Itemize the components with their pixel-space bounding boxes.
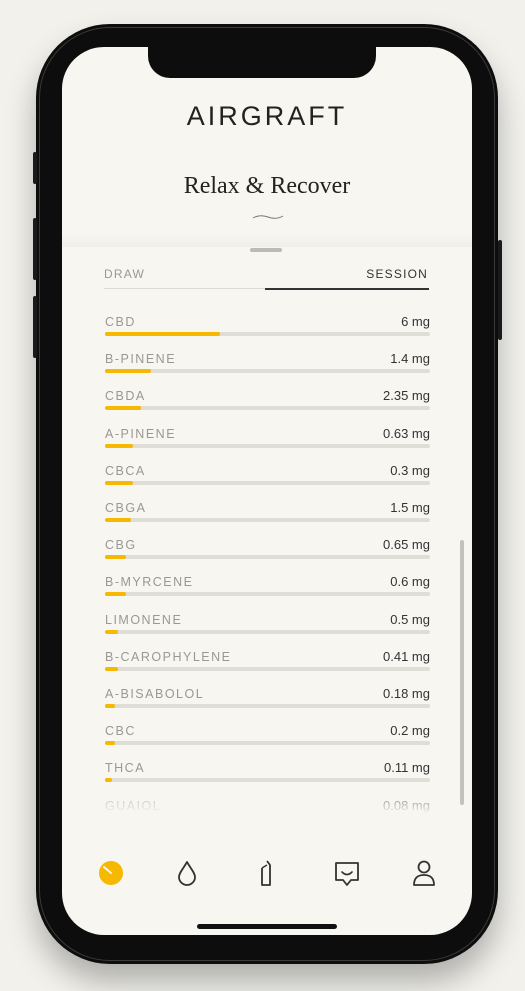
compound-row: B-CAROPHYLENE 0.41 mg — [105, 642, 430, 679]
compound-bar-fill — [105, 443, 133, 448]
tab-underline-inactive — [104, 288, 265, 289]
compound-value: 0.11 mg — [383, 760, 430, 776]
compound-value: 0.63 mg — [383, 425, 430, 441]
compound-row: CBCA 0.3 mg — [105, 456, 430, 493]
nav-pen[interactable] — [250, 857, 282, 889]
compound-value: 0.3 mg — [390, 462, 430, 478]
compound-name: A-PINENE — [105, 426, 177, 441]
compound-row: CBGA 1.5 mg — [105, 493, 430, 530]
compound-bar-track — [105, 480, 430, 485]
page-title: Relax & Recover — [183, 173, 351, 199]
compound-bar-fill — [105, 666, 118, 671]
compound-name: CBCA — [105, 463, 146, 478]
silent-switch — [33, 152, 37, 184]
compound-value: 2.35 mg — [383, 388, 430, 404]
compound-bar-fill — [105, 369, 151, 374]
compound-name: B-PINENE — [105, 352, 177, 367]
compound-row: CBG 0.65 mg — [105, 530, 430, 567]
tab-draw[interactable]: DRAW — [104, 267, 145, 281]
compound-row: A-PINENE 0.63 mg — [105, 419, 430, 456]
compound-row: CBC 0.2 mg — [105, 716, 430, 753]
compound-name: CBD — [105, 315, 136, 329]
compound-bar-fill — [105, 406, 141, 411]
compound-value: 0.5 mg — [390, 611, 430, 627]
list-fade — [62, 782, 472, 814]
volume-down-button — [33, 296, 37, 358]
compound-bar-fill — [105, 629, 118, 634]
nav-profile[interactable] — [408, 857, 440, 889]
compound-bar-track — [105, 443, 430, 448]
compound-bar-fill — [105, 704, 115, 708]
compound-bar-track — [105, 666, 430, 671]
notch — [148, 47, 376, 78]
compound-name: A-BISABOLOL — [105, 687, 205, 701]
compound-value: 1.5 mg — [390, 500, 430, 515]
compound-row: LIMONENE 0.5 mg — [105, 605, 430, 642]
compound-bar-track — [105, 332, 430, 336]
compound-name: LIMONENE — [105, 612, 183, 627]
compound-bar-track — [105, 555, 430, 560]
tab-session[interactable]: SESSION — [366, 267, 428, 281]
compound-bar-fill — [105, 332, 221, 336]
nav-dashboard[interactable] — [95, 857, 127, 889]
sheet-top-edge — [62, 233, 472, 247]
compound-name: CBC — [105, 724, 136, 739]
compound-bar-fill — [105, 741, 115, 746]
compound-bar-track — [105, 629, 430, 634]
compound-row: A-BISABOLOL 0.18 mg — [105, 679, 430, 716]
compound-bar-fill — [105, 555, 127, 560]
compound-row: CBDA 2.35 mg — [105, 381, 430, 418]
compound-value: 0.65 mg — [383, 537, 430, 553]
compound-name: CBG — [105, 538, 137, 553]
nav-drop[interactable] — [171, 857, 203, 889]
compound-bar-track — [105, 741, 430, 746]
compound-value: 1.4 mg — [390, 351, 430, 367]
drop-icon — [178, 861, 196, 886]
squiggle-divider-icon — [252, 215, 284, 219]
compound-name: B-CAROPHYLENE — [105, 649, 232, 664]
scrollbar[interactable] — [460, 540, 464, 805]
compound-bar-fill — [105, 592, 127, 597]
compound-list[interactable]: CBD 6 mg B-PINENE 1.4 mg CBDA 2.35 mg A-PINENE… — [62, 303, 472, 813]
compound-value: 0.41 mg — [383, 648, 430, 664]
compound-value: 0.6 mg — [390, 574, 430, 590]
bottom-nav — [62, 847, 472, 897]
dashboard-icon — [99, 861, 123, 885]
compound-name: THCA — [105, 761, 146, 776]
app-logo: AIRGRAFT — [186, 101, 348, 131]
app-screen: AIRGRAFT Relax & Recover DRAW SESSION CB… — [62, 47, 472, 935]
compound-row: B-PINENE 1.4 mg — [105, 344, 430, 381]
profile-icon — [413, 860, 435, 886]
compound-bar-track — [105, 704, 430, 708]
chat-icon — [335, 862, 359, 886]
compound-name: B-MYRCENE — [105, 575, 194, 590]
nav-chat[interactable] — [331, 857, 363, 889]
compound-bar-track — [105, 592, 430, 597]
compound-value: 6 mg — [401, 314, 430, 329]
compound-name: CBDA — [105, 389, 146, 404]
compound-value: 0.2 mg — [390, 723, 430, 739]
compound-bar-fill — [105, 518, 131, 522]
compound-bar-fill — [105, 480, 133, 485]
compound-row: CBD 6 mg — [105, 307, 430, 344]
compound-bar-track — [105, 369, 430, 374]
sheet-drag-handle[interactable] — [250, 248, 282, 252]
pen-icon — [261, 860, 271, 886]
compound-bar-track — [105, 406, 430, 411]
compound-value: 0.18 mg — [383, 686, 430, 701]
home-indicator[interactable] — [197, 924, 337, 929]
volume-up-button — [33, 218, 37, 280]
power-button — [498, 240, 502, 340]
tab-underline-active — [265, 288, 429, 290]
compound-row: B-MYRCENE 0.6 mg — [105, 567, 430, 604]
compound-bar-track — [105, 518, 430, 522]
compound-name: CBGA — [105, 501, 147, 515]
